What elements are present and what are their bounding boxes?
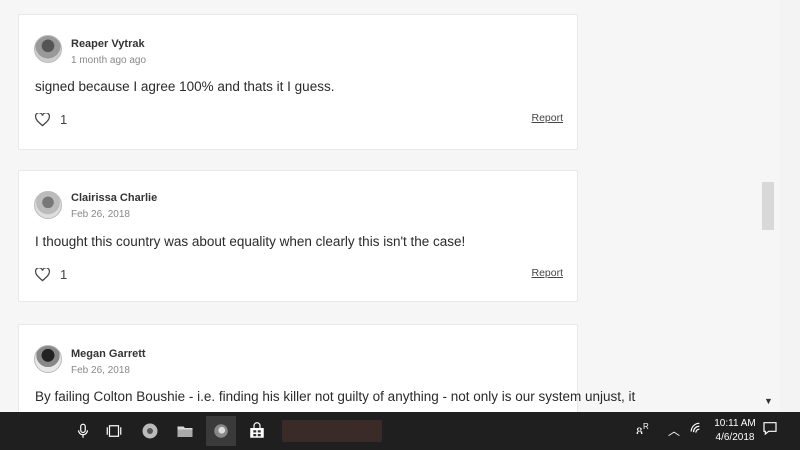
- file-explorer-icon[interactable]: [174, 420, 196, 442]
- comment-card: Clairissa Charlie Feb 26, 2018 I thought…: [18, 170, 578, 302]
- browser-icon[interactable]: [138, 420, 162, 442]
- report-link[interactable]: Report: [531, 112, 563, 124]
- like-count: 1: [60, 112, 68, 127]
- comment-date: Feb 26, 2018: [71, 365, 130, 376]
- clock-time: 10:11 AM: [714, 418, 756, 429]
- comment-text: signed because I agree 100% and thats it…: [35, 79, 335, 94]
- taskbar: ጸR ︿ 10:11 AM 4/6/2018: [0, 412, 800, 450]
- comment-date: 1 month ago ago: [71, 55, 147, 66]
- chevron-up-icon[interactable]: ︿: [668, 422, 680, 439]
- comment-card: Reaper Vytrak 1 month ago ago signed bec…: [18, 14, 578, 150]
- comment-author[interactable]: Megan Garrett: [71, 348, 146, 360]
- task-view-icon[interactable]: [104, 420, 124, 442]
- like-count: 1: [60, 267, 68, 282]
- comment-date: Feb 26, 2018: [71, 209, 130, 220]
- comments-feed: Reaper Vytrak 1 month ago ago signed bec…: [0, 0, 780, 412]
- like-button[interactable]: 1: [35, 267, 67, 282]
- avatar[interactable]: [34, 191, 62, 219]
- avatar[interactable]: [34, 345, 62, 373]
- notification-icon[interactable]: [762, 420, 778, 439]
- firefox-icon[interactable]: [206, 416, 236, 446]
- scroll-thumb[interactable]: [762, 182, 774, 230]
- comment-card: Megan Garrett Feb 26, 2018 By failing Co…: [18, 324, 635, 412]
- comment-text: By failing Colton Boushie - i.e. finding…: [35, 389, 636, 404]
- comment-author[interactable]: Reaper Vytrak: [71, 38, 145, 50]
- report-link[interactable]: Report: [531, 267, 563, 279]
- redacted-area: [282, 420, 382, 442]
- comment-author[interactable]: Clairissa Charlie: [71, 192, 157, 204]
- store-icon[interactable]: [246, 420, 268, 442]
- scroll-down-icon[interactable]: ▼: [764, 396, 773, 406]
- heart-icon: [35, 267, 50, 281]
- comment-text: I thought this country was about equalit…: [35, 234, 466, 249]
- system-clock[interactable]: 10:11 AM 4/6/2018: [712, 417, 758, 445]
- scrollbar[interactable]: ▼: [760, 0, 780, 412]
- people-icon[interactable]: ጸR: [636, 422, 649, 438]
- like-button[interactable]: 1: [35, 112, 67, 127]
- avatar[interactable]: [34, 35, 62, 63]
- wifi-icon[interactable]: [690, 421, 704, 438]
- heart-icon: [35, 112, 50, 126]
- microphone-icon[interactable]: [74, 420, 92, 442]
- clock-date: 4/6/2018: [715, 432, 755, 443]
